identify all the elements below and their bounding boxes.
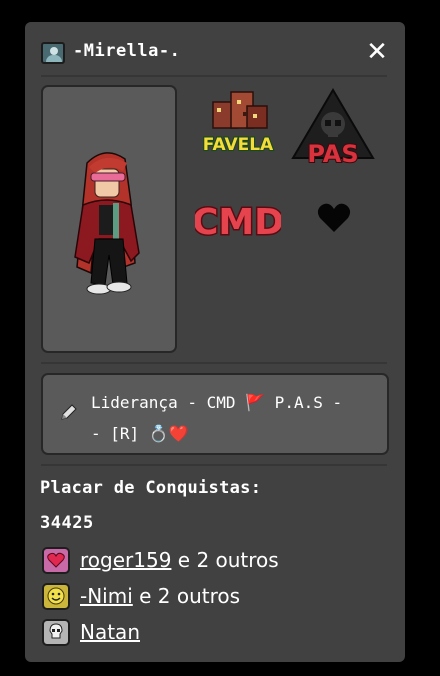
close-button[interactable]: ✕ xyxy=(362,37,392,67)
profile-header: -Mirella-. ✕ xyxy=(25,22,405,76)
badge-heart[interactable] xyxy=(317,202,351,234)
achievement-suffix: e 2 outros xyxy=(132,584,241,608)
badge-cmd-label: CMD xyxy=(195,202,281,243)
badge-favela[interactable]: FAVELA xyxy=(195,88,281,164)
achievement-row: Natan xyxy=(42,617,140,647)
divider xyxy=(41,75,387,77)
badge-favela-label: FAVELA xyxy=(203,135,274,155)
heart-icon xyxy=(42,546,70,574)
achievement-row: roger159 e 2 outros xyxy=(42,545,279,575)
badge-pas[interactable]: PAS xyxy=(291,88,377,170)
profile-card: -Mirella-. ✕ FAVELA PAS CMD Liderança - … xyxy=(25,22,405,662)
avatar-panel xyxy=(41,85,177,353)
smiley-icon xyxy=(42,582,70,610)
achievements-title: Placar de Conquistas: xyxy=(40,478,262,498)
badge-pas-label: PAS xyxy=(307,140,358,168)
badge-cmd[interactable]: CMD xyxy=(195,184,281,248)
user-avatar-icon xyxy=(41,42,65,64)
divider xyxy=(41,362,387,364)
favela-badge-icon: FAVELA xyxy=(202,91,275,156)
pas-badge-icon: PAS xyxy=(291,88,375,169)
motto-panel[interactable]: Liderança - CMD 🚩 P.A.S - - [R] 💍❤️ xyxy=(41,373,389,455)
achievement-user-link[interactable]: roger159 xyxy=(80,548,171,572)
pencil-icon xyxy=(61,404,77,420)
motto-text: Liderança - CMD 🚩 P.A.S - - [R] 💍❤️ xyxy=(91,393,343,443)
achievement-user-link[interactable]: Natan xyxy=(80,620,140,644)
achievement-suffix: e 2 outros xyxy=(171,548,279,572)
cmd-badge-icon: CMD xyxy=(195,201,281,245)
divider xyxy=(41,464,387,466)
username: -Mirella-. xyxy=(73,41,181,61)
achievement-row: -Nimi e 2 outros xyxy=(42,581,240,611)
achievement-user-link[interactable]: -Nimi xyxy=(80,584,133,608)
black-heart-icon xyxy=(317,203,351,232)
skull-icon xyxy=(42,618,70,646)
achievements-score: 34425 xyxy=(40,513,94,533)
avatar-figure xyxy=(74,152,140,295)
